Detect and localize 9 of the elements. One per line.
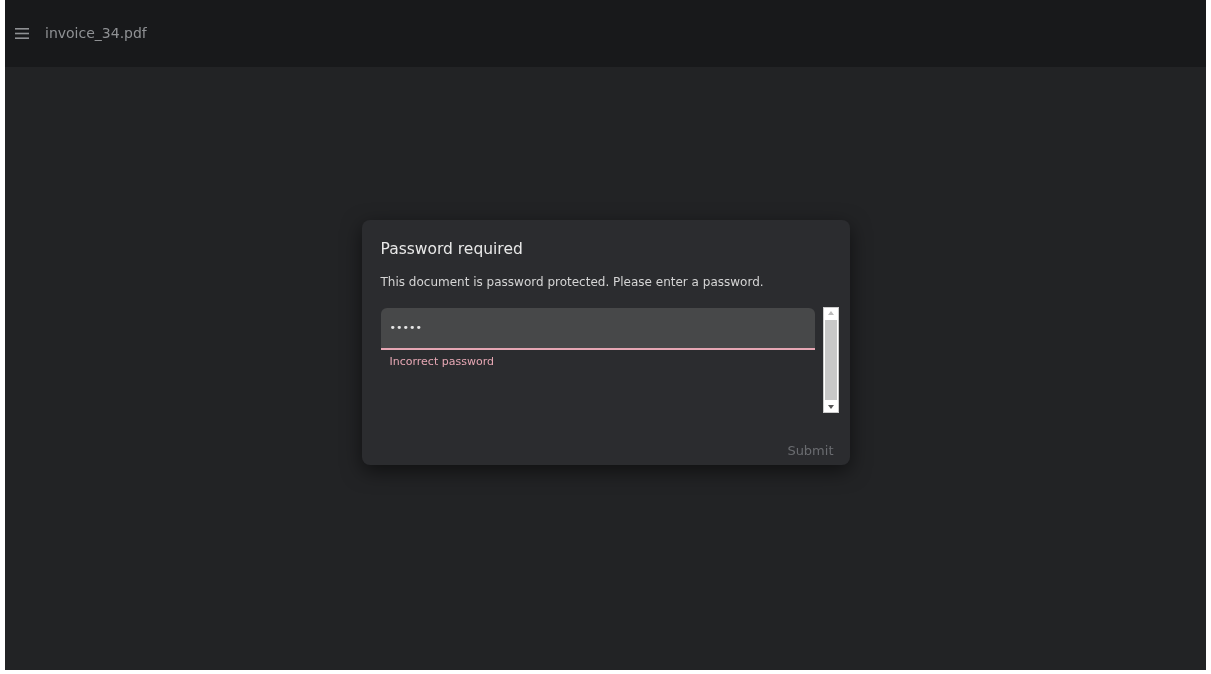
scrollbar[interactable] xyxy=(822,306,839,413)
error-message: Incorrect password xyxy=(388,353,495,370)
menu-icon[interactable] xyxy=(15,28,29,39)
dialog-message: This document is password protected. Please enter a password. xyxy=(380,273,765,291)
document-title: invoice_34.pdf xyxy=(45,24,147,43)
scroll-down-icon[interactable] xyxy=(826,403,835,410)
scroll-thumb[interactable] xyxy=(824,319,837,400)
dialog-title: Password required xyxy=(380,240,524,259)
password-field[interactable]: ••••• xyxy=(380,307,815,350)
